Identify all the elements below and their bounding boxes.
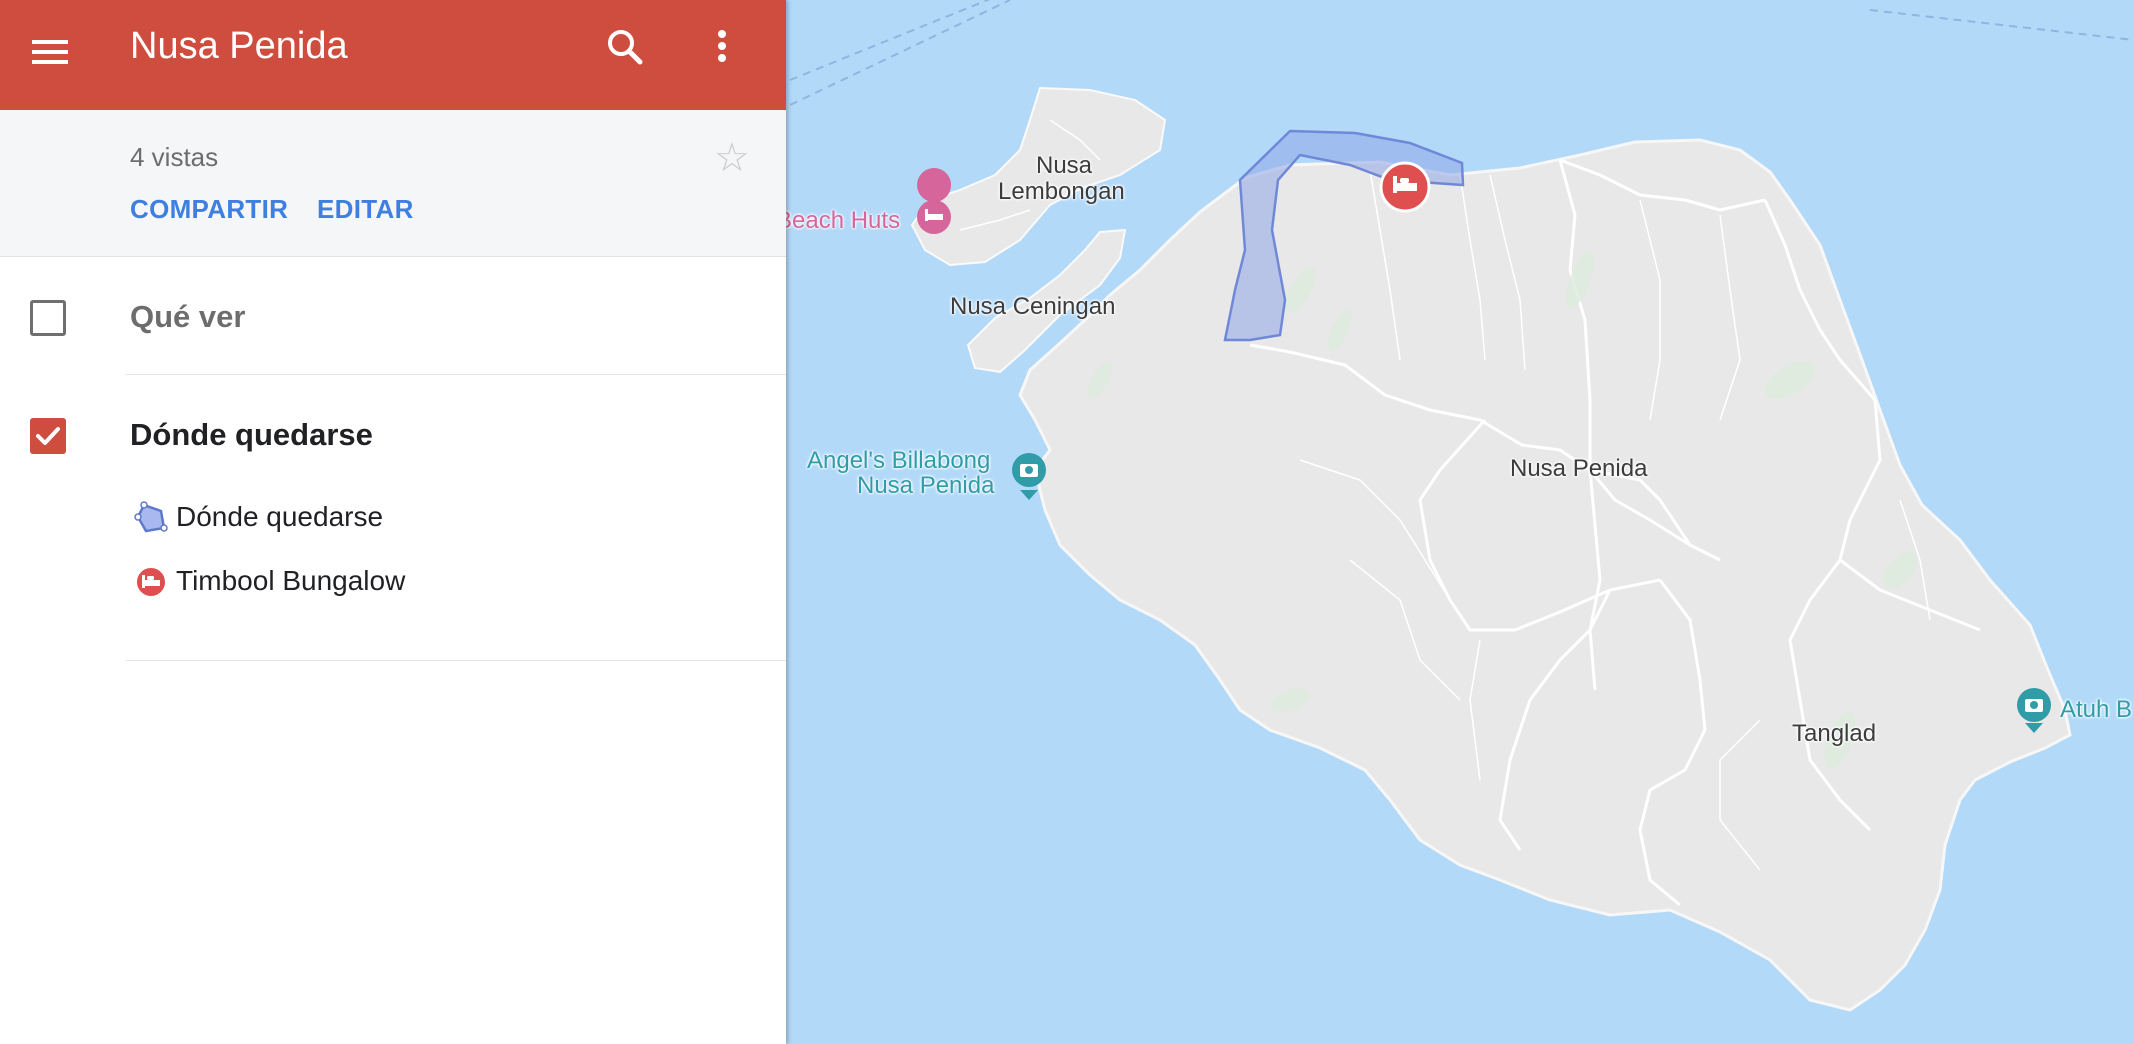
legend-item-timbool-bungalow[interactable]: Timbool Bungalow	[134, 561, 454, 601]
map-title: Nusa Penida	[130, 25, 348, 67]
layer-name-donde-quedarse[interactable]: Dónde quedarse	[130, 417, 373, 453]
label-nusa-penida: Nusa Penida	[1510, 455, 1648, 482]
layer-divider	[126, 374, 786, 375]
menu-icon[interactable]	[26, 28, 74, 76]
label-angels-billabong-1[interactable]: Angel's Billabong	[807, 448, 990, 474]
label-nusa-lembongan-2: Lembongan	[998, 178, 1125, 205]
label-atuh-beach[interactable]: Atuh B	[2060, 697, 2132, 723]
layer-checkbox-donde-quedarse[interactable]	[30, 418, 66, 454]
map-legend-panel: Nusa Penida 4 vistas ☆ COMPARTIR EDITAR …	[0, 0, 786, 1044]
share-button[interactable]: COMPARTIR	[130, 194, 288, 225]
legend-item-label: Timbool Bungalow	[176, 565, 406, 596]
layer-name-que-ver[interactable]: Qué ver	[130, 299, 245, 335]
edit-button[interactable]: EDITAR	[317, 194, 414, 225]
hotel-map-marker	[1379, 161, 1431, 213]
polygon-icon	[134, 501, 168, 533]
view-count: 4 vistas	[130, 142, 219, 172]
label-tanglad: Tanglad	[1792, 720, 1877, 747]
star-icon[interactable]: ☆	[714, 138, 750, 178]
legend-item-label: Dónde quedarse	[176, 501, 384, 532]
search-icon[interactable]	[600, 22, 650, 72]
label-nusa-lembongan-1: Nusa	[1036, 152, 1093, 179]
checkmark-icon	[36, 427, 60, 445]
label-nusa-ceningan: Nusa Ceningan	[950, 293, 1116, 320]
map-info-section: 4 vistas ☆ COMPARTIR EDITAR	[0, 110, 786, 257]
label-beach-huts[interactable]: Beach Huts	[776, 208, 900, 234]
layer-checkbox-que-ver[interactable]	[30, 300, 66, 336]
more-options-icon[interactable]	[697, 22, 747, 72]
label-angels-billabong-2[interactable]: Nusa Penida	[857, 473, 994, 499]
hotel-icon	[135, 566, 167, 598]
panel-header: Nusa Penida	[0, 0, 786, 110]
layer-divider	[126, 660, 786, 661]
legend-item-donde-quedarse[interactable]: Dónde quedarse	[134, 497, 434, 537]
